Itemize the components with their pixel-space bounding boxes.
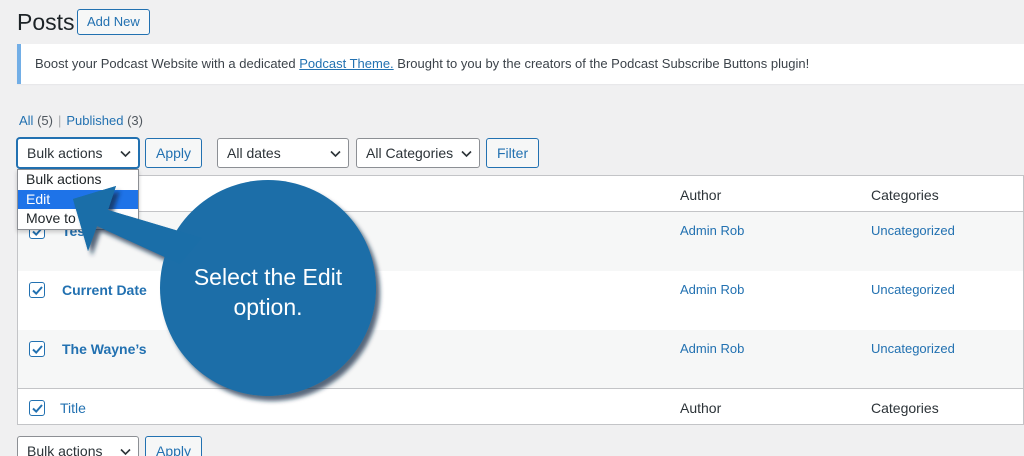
row-checkbox[interactable] xyxy=(29,341,45,357)
dates-value: All dates xyxy=(227,145,281,161)
post-category-link[interactable]: Uncategorized xyxy=(871,282,955,297)
dropdown-option-move-to-trash[interactable]: Move to Trash xyxy=(18,209,138,229)
post-category-link[interactable]: Uncategorized xyxy=(871,341,955,356)
view-all-label: All xyxy=(19,113,34,128)
dropdown-option-edit[interactable]: Edit xyxy=(18,189,138,209)
post-category-link[interactable]: Uncategorized xyxy=(871,223,955,238)
column-footer-title[interactable]: Title xyxy=(60,400,86,416)
column-footer-author[interactable]: Author xyxy=(680,400,721,416)
post-status-views: All (5) | Published (3) xyxy=(19,113,143,128)
bulk-actions-value-bottom: Bulk actions xyxy=(27,443,103,456)
bulk-actions-select[interactable]: Bulk actions xyxy=(17,138,139,168)
apply-button-bottom[interactable]: Apply xyxy=(145,436,203,456)
categories-value: All Categories xyxy=(366,145,454,161)
checkmark-icon xyxy=(32,286,43,296)
bulk-actions-value: Bulk actions xyxy=(27,145,103,161)
bulk-actions-dropdown: Bulk actions Edit Move to Trash xyxy=(17,169,139,230)
notice-text-before: Boost your Podcast Website with a dedica… xyxy=(35,56,300,71)
apply-button[interactable]: Apply xyxy=(145,138,203,168)
dropdown-option-bulk-actions[interactable]: Bulk actions xyxy=(18,170,138,190)
table-footer-divider xyxy=(18,388,1023,389)
select-all-checkbox[interactable] xyxy=(29,400,45,416)
post-title-link[interactable]: Current Date xyxy=(62,282,147,298)
view-published-label: Published xyxy=(66,113,124,128)
view-published-count: (3) xyxy=(127,113,143,128)
dates-select[interactable]: All dates xyxy=(217,138,349,168)
view-all-link[interactable]: All (5) xyxy=(19,113,53,128)
chevron-down-icon xyxy=(461,150,472,158)
column-header-author[interactable]: Author xyxy=(680,187,721,203)
chevron-down-icon xyxy=(330,150,341,158)
post-author-link[interactable]: Admin Rob xyxy=(680,282,744,297)
podcast-notice: Boost your Podcast Website with a dedica… xyxy=(17,44,1024,84)
view-all-count: (5) xyxy=(37,113,53,128)
checkmark-icon xyxy=(32,404,43,414)
column-header-categories[interactable]: Categories xyxy=(871,187,939,203)
view-published-link[interactable]: Published (3) xyxy=(66,113,143,128)
podcast-theme-link[interactable]: Podcast Theme. xyxy=(299,56,393,71)
post-title-link[interactable]: The Wayne’s xyxy=(62,341,147,357)
post-author-link[interactable]: Admin Rob xyxy=(680,223,744,238)
categories-select[interactable]: All Categories xyxy=(356,138,480,168)
table-row: Test Admin Rob Uncategorized xyxy=(18,212,1023,271)
post-author-link[interactable]: Admin Rob xyxy=(680,341,744,356)
checkmark-icon xyxy=(32,345,43,355)
filter-button[interactable]: Filter xyxy=(486,138,540,168)
chevron-down-icon xyxy=(120,150,131,158)
add-new-button[interactable]: Add New xyxy=(77,9,150,35)
row-checkbox[interactable] xyxy=(29,282,45,298)
notice-text-after: Brought to you by the creators of the Po… xyxy=(393,56,810,71)
posts-table: Author Categories Test Admin Rob Uncateg… xyxy=(17,175,1024,425)
column-footer-categories[interactable]: Categories xyxy=(871,400,939,416)
table-row: The Wayne’s Admin Rob Uncategorized xyxy=(18,330,1023,389)
view-separator: | xyxy=(57,113,62,128)
table-row: Current Date Admin Rob Uncategorized xyxy=(18,271,1023,330)
bulk-actions-select-bottom[interactable]: Bulk actions xyxy=(17,436,139,456)
chevron-down-icon xyxy=(120,448,131,456)
page-title: Posts xyxy=(17,9,75,35)
